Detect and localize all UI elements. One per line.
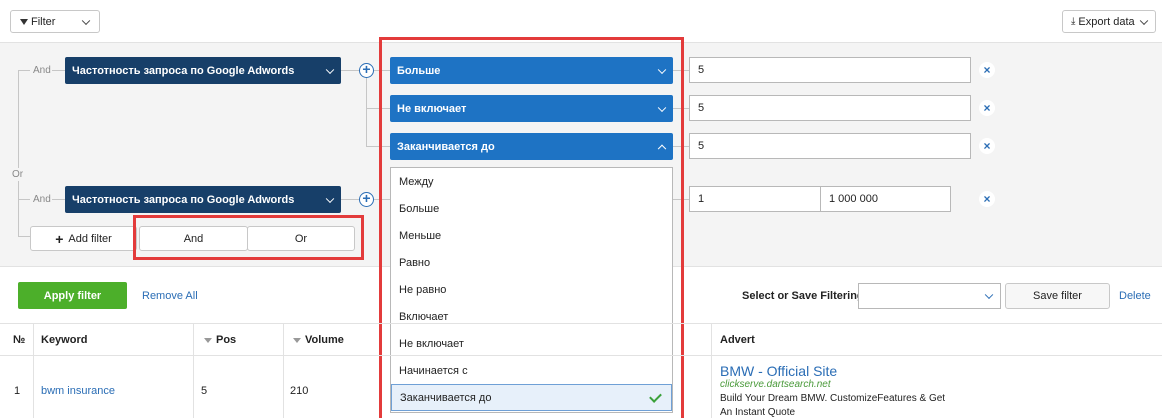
or-tag: Or [12,168,24,181]
select-save-label: Select or Save Filtering: [742,290,868,302]
col-sep [711,323,712,418]
menu-item-contains[interactable]: Включает [391,303,672,330]
operator-dropdown-menu: Между Больше Меньше Равно Не равно Включ… [390,167,673,413]
value-input-3[interactable]: 5 [689,133,971,159]
remove-all-link[interactable]: Remove All [142,290,198,302]
filter-icon [20,18,28,25]
menu-item-equals[interactable]: Равно [391,249,672,276]
col-sep [193,323,194,418]
menu-item-not-equals[interactable]: Не равно [391,276,672,303]
cell-pos: 5 [201,385,208,397]
table-top-border [0,323,1162,324]
and-tag: And [33,65,51,76]
add-filter-button[interactable]: + Add filter [30,226,137,251]
menu-item-label: Заканчивается до [400,391,492,404]
ad-url: clickserve.dartsearch.net [720,379,831,390]
sort-icon [204,337,212,343]
value-input-2[interactable]: 5 [689,95,971,121]
col-sep [283,323,284,418]
table-header-border [0,355,1162,356]
field-select-1[interactable]: Частотность запроса по Google Adwords [65,57,341,84]
chevron-down-icon [984,290,994,300]
th-pos-label: Pos [216,334,237,346]
remove-condition-icon[interactable]: × [979,100,995,116]
download-icon: ⤓ [1071,16,1076,27]
range-from-input[interactable]: 1 [689,186,821,212]
tree-line [52,70,65,71]
export-label: Export data [1078,15,1135,28]
delete-link[interactable]: Delete [1119,290,1151,302]
tree-line [52,199,65,200]
ad-text-1: Build Your Dream BMW. CustomizeFeatures … [720,393,946,404]
plus-icon: + [55,230,64,247]
menu-item-starts-with[interactable]: Начинается с [391,357,672,384]
highlight-and-or [133,215,364,260]
apply-filter-button[interactable]: Apply filter [18,282,127,309]
th-volume[interactable]: Volume [293,334,344,346]
remove-condition-icon[interactable]: × [979,62,995,78]
field-select-label: Частотность запроса по Google Adwords [72,193,295,206]
chevron-down-icon [325,65,335,74]
tree-line [18,199,30,200]
tree-line [18,70,19,236]
field-select-2[interactable]: Частотность запроса по Google Adwords [65,186,341,213]
chevron-down-icon [1139,16,1149,25]
menu-item-between[interactable]: Между [391,168,672,195]
filter-toggle-button[interactable]: Filter [10,10,100,33]
chevron-down-icon [325,194,335,203]
field-select-label: Частотность запроса по Google Adwords [72,64,295,77]
add-condition-icon[interactable]: + [359,191,374,207]
th-keyword[interactable]: Keyword [41,334,87,346]
remove-condition-icon[interactable]: × [979,138,995,154]
ad-title-link[interactable]: BMW - Official Site [720,363,837,379]
add-filter-label: Add filter [68,232,112,245]
chevron-down-icon [81,16,91,25]
menu-item-less[interactable]: Меньше [391,222,672,249]
remove-condition-icon[interactable]: × [979,191,995,207]
tree-line [18,70,30,71]
save-filter-button[interactable]: Save filter [1005,283,1110,309]
checkmark-icon [649,390,662,403]
menu-item-ends-with[interactable]: Заканчивается до [391,384,672,411]
saved-filter-select[interactable] [858,283,1001,309]
cell-volume: 210 [290,385,309,397]
add-condition-icon[interactable]: + [359,62,374,78]
th-num: № [13,334,26,346]
col-sep [33,323,34,418]
value-input-1[interactable]: 5 [689,57,971,83]
and-tag: And [33,194,51,205]
menu-item-greater[interactable]: Больше [391,195,672,222]
menu-item-not-contains[interactable]: Не включает [391,330,672,357]
cell-num: 1 [14,385,21,397]
th-advert: Advert [720,334,755,346]
th-pos[interactable]: Pos [204,334,236,346]
connector-line [366,78,367,146]
tree-line [18,236,30,237]
range-to-input[interactable]: 1 000 000 [820,186,951,212]
ad-text-2: An Instant Quote [720,407,796,418]
filter-label: Filter [31,15,56,28]
sort-icon [293,337,301,343]
cell-keyword-link[interactable]: bwm insurance [41,385,115,397]
export-data-button[interactable]: ⤓ Export data [1062,10,1156,33]
th-volume-label: Volume [305,334,344,346]
